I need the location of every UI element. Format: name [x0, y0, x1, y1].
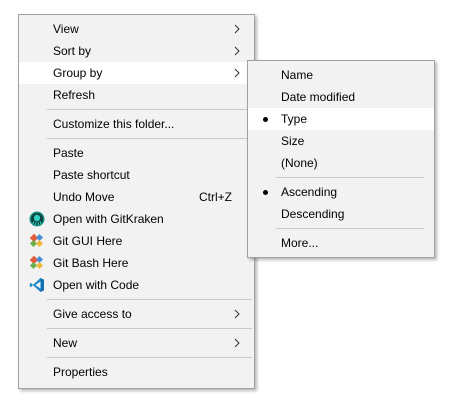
menu-item-label: Sort by: [53, 44, 92, 58]
menu-item-label: Descending: [281, 207, 345, 221]
git-bash-icon: [29, 255, 44, 270]
menu-item-label: Undo Move: [53, 190, 115, 204]
menu-item-label: Type: [281, 112, 308, 126]
menu-item-label: Open with GitKraken: [53, 212, 164, 226]
submenu-item-more[interactable]: More...: [248, 232, 434, 254]
menu-item-label: Date modified: [281, 90, 356, 104]
submenu-item-type[interactable]: Type: [248, 108, 434, 130]
menu-item-paste[interactable]: Paste: [19, 142, 254, 164]
menu-item-label: Git Bash Here: [53, 256, 129, 270]
gitkraken-icon: [29, 211, 45, 227]
menu-item-label: Git GUI Here: [53, 234, 123, 248]
menu-separator: [47, 138, 252, 139]
menu-item-give-access-to[interactable]: Give access to: [19, 303, 254, 325]
menu-item-label: Refresh: [53, 88, 96, 102]
menu-item-git-gui-here[interactable]: Git GUI Here: [19, 230, 254, 252]
submenu-item-size[interactable]: Size: [248, 130, 434, 152]
menu-item-label: Size: [281, 134, 305, 148]
menu-item-label: More...: [281, 236, 319, 250]
menu-item-properties[interactable]: Properties: [19, 361, 254, 383]
chevron-right-icon: [234, 338, 240, 348]
menu-item-undo-move[interactable]: Undo Move Ctrl+Z: [19, 186, 254, 208]
menu-item-view[interactable]: View: [19, 18, 254, 40]
menu-separator: [47, 357, 252, 358]
menu-item-label: View: [53, 22, 79, 36]
menu-item-new[interactable]: New: [19, 332, 254, 354]
radio-bullet-icon: [263, 117, 268, 122]
menu-item-group-by[interactable]: Group by: [19, 62, 254, 84]
menu-item-open-with-gitkraken[interactable]: Open with GitKraken: [19, 208, 254, 230]
menu-separator: [47, 109, 252, 110]
menu-item-label: Paste: [53, 146, 84, 160]
submenu-item-descending[interactable]: Descending: [248, 203, 434, 225]
menu-separator: [47, 328, 252, 329]
menu-item-label: (None): [281, 156, 318, 170]
menu-separator: [276, 177, 424, 178]
menu-item-paste-shortcut[interactable]: Paste shortcut: [19, 164, 254, 186]
menu-item-label: Open with Code: [53, 278, 140, 292]
menu-separator: [47, 299, 252, 300]
menu-item-label: Give access to: [53, 307, 132, 321]
menu-item-git-bash-here[interactable]: Git Bash Here: [19, 252, 254, 274]
shortcut-hint: Ctrl+Z: [199, 190, 232, 204]
menu-item-label: New: [53, 336, 78, 350]
chevron-right-icon: [234, 309, 240, 319]
menu-item-label: Paste shortcut: [53, 168, 130, 182]
submenu-item-ascending[interactable]: Ascending: [248, 181, 434, 203]
group-by-submenu: Name Date modified Type Size (None) Asce…: [247, 60, 435, 258]
menu-item-label: Customize this folder...: [53, 117, 175, 131]
menu-item-sort-by[interactable]: Sort by: [19, 40, 254, 62]
git-gui-icon: [29, 233, 44, 248]
menu-item-label: Properties: [53, 365, 108, 379]
chevron-right-icon: [234, 68, 240, 78]
menu-item-label: Group by: [53, 66, 103, 80]
chevron-right-icon: [234, 24, 240, 34]
menu-item-label: Name: [281, 68, 314, 82]
submenu-item-date-modified[interactable]: Date modified: [248, 86, 434, 108]
menu-item-open-with-code[interactable]: Open with Code: [19, 274, 254, 296]
menu-item-refresh[interactable]: Refresh: [19, 84, 254, 106]
submenu-item-name[interactable]: Name: [248, 64, 434, 86]
menu-item-label: Ascending: [281, 185, 338, 199]
context-menu: View Sort by Group by Refresh Customize …: [18, 14, 255, 389]
menu-separator: [276, 228, 424, 229]
chevron-right-icon: [234, 46, 240, 56]
menu-item-customize-folder[interactable]: Customize this folder...: [19, 113, 254, 135]
radio-bullet-icon: [263, 190, 268, 195]
submenu-item-none[interactable]: (None): [248, 152, 434, 174]
vscode-icon: [29, 278, 44, 292]
